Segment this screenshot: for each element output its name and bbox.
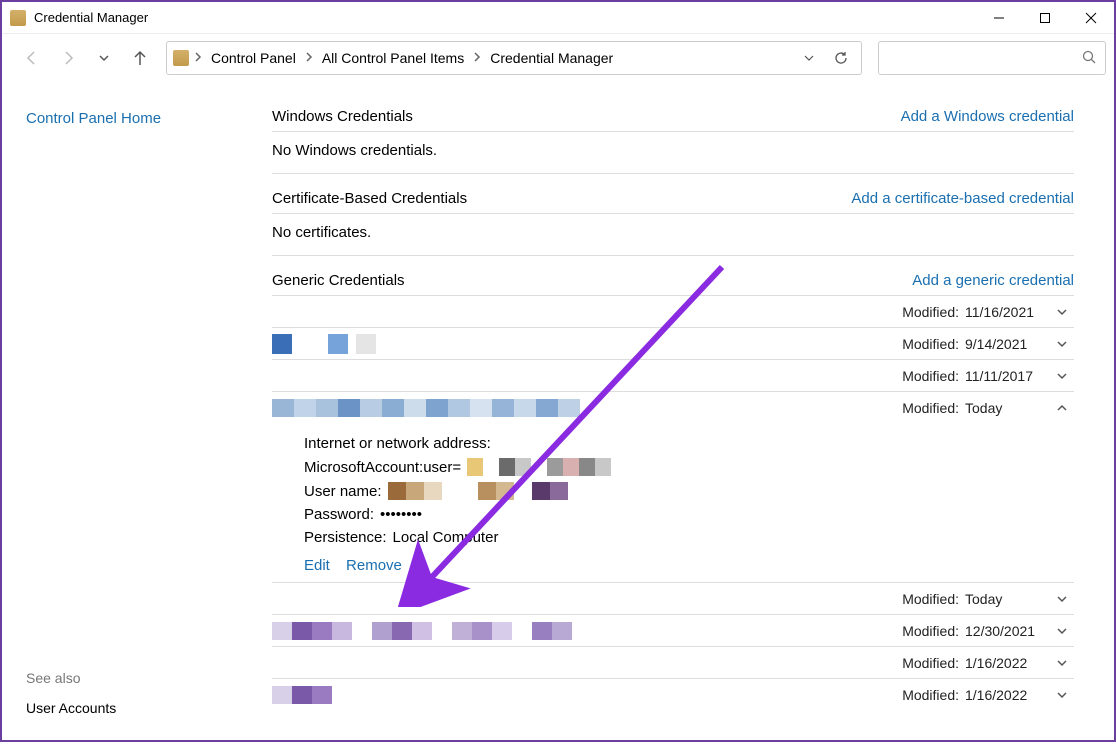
- redacted-content: [272, 399, 580, 417]
- navbar: Control Panel All Control Panel Items Cr…: [2, 34, 1114, 82]
- persistence-value: Local Computer: [393, 529, 499, 546]
- refresh-button[interactable]: [827, 44, 855, 72]
- windows-credentials-heading: Windows Credentials: [272, 108, 413, 125]
- address-value-prefix: MicrosoftAccount:user=: [304, 459, 461, 476]
- password-label: Password:: [304, 506, 374, 523]
- breadcrumb-item[interactable]: Credential Manager: [486, 48, 617, 68]
- titlebar: Credential Manager: [2, 2, 1114, 34]
- cert-credentials-heading: Certificate-Based Credentials: [272, 190, 467, 207]
- chevron-down-icon[interactable]: [1050, 688, 1074, 702]
- credential-row[interactable]: Modified: 1/16/2022: [272, 647, 1074, 679]
- credential-row[interactable]: Modified: 11/16/2021: [272, 296, 1074, 328]
- location-icon: [173, 50, 189, 66]
- sidebar: Control Panel Home See also User Account…: [2, 82, 272, 744]
- credential-row[interactable]: Modified: 11/11/2017: [272, 360, 1074, 392]
- add-cert-credential-link[interactable]: Add a certificate-based credential: [851, 190, 1074, 207]
- chevron-right-icon[interactable]: [304, 50, 314, 66]
- search-icon[interactable]: [1081, 49, 1097, 68]
- recent-locations-button[interactable]: [86, 42, 122, 74]
- credential-row[interactable]: Modified: 1/16/2022: [272, 679, 1074, 711]
- redacted-content: [388, 482, 568, 500]
- username-label: User name:: [304, 483, 382, 500]
- remove-link[interactable]: Remove: [346, 557, 402, 574]
- control-panel-home-link[interactable]: Control Panel Home: [26, 110, 248, 127]
- breadcrumb-item[interactable]: Control Panel: [207, 48, 300, 68]
- address-label: Internet or network address:: [304, 435, 491, 452]
- credential-row[interactable]: Modified: 12/30/2021: [272, 615, 1074, 647]
- breadcrumb-item[interactable]: All Control Panel Items: [318, 48, 468, 68]
- close-button[interactable]: [1068, 2, 1114, 34]
- credential-row-expanded[interactable]: Modified: Today: [272, 392, 1074, 424]
- window-title: Credential Manager: [34, 10, 976, 25]
- back-button[interactable]: [14, 42, 50, 74]
- generic-credentials-heading: Generic Credentials: [272, 272, 405, 289]
- credential-row[interactable]: Modified: Today: [272, 583, 1074, 615]
- redacted-content: [272, 622, 572, 640]
- windows-credentials-empty: No Windows credentials.: [272, 132, 1074, 174]
- redacted-content: [328, 334, 348, 354]
- chevron-down-icon[interactable]: [1050, 656, 1074, 670]
- user-accounts-link[interactable]: User Accounts: [26, 700, 248, 716]
- minimize-button[interactable]: [976, 2, 1022, 34]
- add-generic-credential-link[interactable]: Add a generic credential: [912, 272, 1074, 289]
- main-content: Windows Credentials Add a Windows creden…: [272, 82, 1114, 744]
- redacted-content: [272, 334, 292, 354]
- credential-row[interactable]: Modified: 9/14/2021: [272, 328, 1074, 360]
- redacted-content: [272, 686, 332, 704]
- persistence-label: Persistence:: [304, 529, 387, 546]
- password-value: ••••••••: [380, 506, 422, 523]
- app-icon: [10, 10, 26, 26]
- chevron-down-icon[interactable]: [1050, 624, 1074, 638]
- chevron-down-icon[interactable]: [1050, 369, 1074, 383]
- chevron-up-icon[interactable]: [1050, 401, 1074, 415]
- redacted-content: [467, 458, 611, 476]
- chevron-down-icon[interactable]: [1050, 337, 1074, 351]
- edit-link[interactable]: Edit: [304, 557, 330, 574]
- chevron-down-icon[interactable]: [1050, 592, 1074, 606]
- chevron-right-icon[interactable]: [472, 50, 482, 66]
- redacted-content: [356, 334, 376, 354]
- chevron-down-icon[interactable]: [1050, 305, 1074, 319]
- see-also-heading: See also: [26, 670, 248, 686]
- credential-details: Internet or network address: MicrosoftAc…: [272, 424, 1074, 583]
- chevron-right-icon[interactable]: [193, 50, 203, 66]
- history-dropdown-button[interactable]: [795, 44, 823, 72]
- search-box[interactable]: [878, 41, 1106, 75]
- address-bar[interactable]: Control Panel All Control Panel Items Cr…: [166, 41, 862, 75]
- cert-credentials-empty: No certificates.: [272, 214, 1074, 256]
- search-input[interactable]: [887, 50, 1081, 66]
- maximize-button[interactable]: [1022, 2, 1068, 34]
- forward-button[interactable]: [50, 42, 86, 74]
- add-windows-credential-link[interactable]: Add a Windows credential: [901, 108, 1074, 125]
- up-button[interactable]: [122, 42, 158, 74]
